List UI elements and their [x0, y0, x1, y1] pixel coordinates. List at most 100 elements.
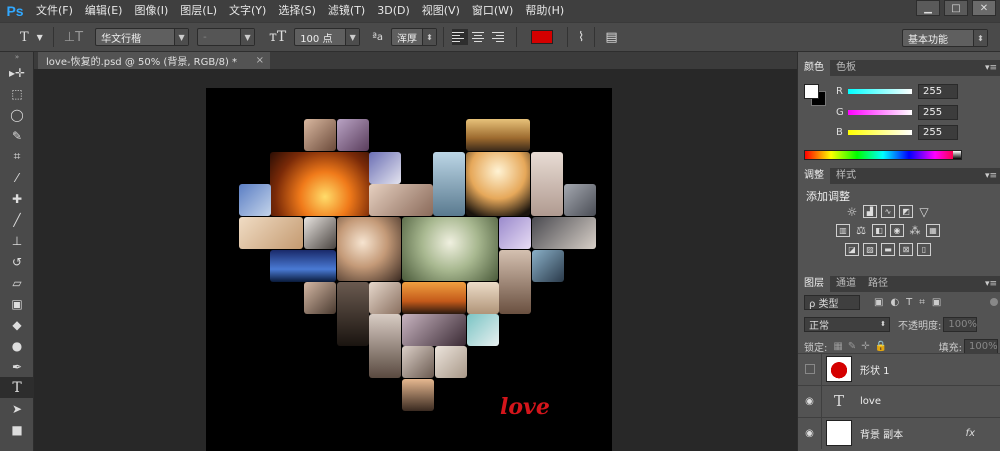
opacity-field[interactable]: 100%	[943, 316, 978, 332]
invert-icon[interactable]: ◪	[845, 243, 859, 256]
blur-tool-icon[interactable]: ◆	[0, 314, 34, 335]
visibility-toggle-empty[interactable]	[798, 353, 822, 385]
tab-adjustments[interactable]: 调整	[798, 168, 830, 184]
love-text-layer[interactable]: love	[500, 394, 550, 420]
menu-filter[interactable]: 滤镜(T)	[322, 0, 371, 22]
clone-stamp-tool-icon[interactable]: ⊥	[0, 230, 34, 251]
document-canvas[interactable]: love	[206, 88, 612, 451]
document-tab[interactable]: love-恢复的.psd @ 50% (背景, RGB/8) * ×	[38, 52, 270, 69]
layer-name[interactable]: love	[860, 396, 881, 407]
levels-icon[interactable]: ▟	[863, 205, 877, 218]
menu-window[interactable]: 窗口(W)	[466, 0, 519, 22]
posterize-icon[interactable]: ▨	[863, 243, 877, 256]
channel-mixer-icon[interactable]: ⁂	[908, 224, 922, 237]
shape-tool-icon[interactable]: ■	[0, 419, 34, 440]
layer-filter-select[interactable]: ρ 类型	[804, 294, 860, 310]
white-black-ramp[interactable]	[953, 151, 961, 159]
history-brush-tool-icon[interactable]: ↺	[0, 251, 34, 272]
menu-edit[interactable]: 编辑(E)	[79, 0, 129, 22]
align-right-button[interactable]	[492, 29, 508, 45]
move-tool-icon[interactable]: ▸✛	[0, 62, 34, 83]
menu-image[interactable]: 图像(I)	[128, 0, 174, 22]
blue-slider[interactable]: B 255	[836, 124, 996, 140]
menu-type[interactable]: 文字(Y)	[223, 0, 272, 22]
crop-tool-icon[interactable]: ⌗	[0, 146, 34, 167]
panel-menu-icon[interactable]: ▾≡	[985, 168, 997, 184]
photo-filter-icon[interactable]: ◉	[890, 224, 904, 237]
layer-effects-icon[interactable]: fx	[966, 428, 975, 439]
layer-row[interactable]: ◉ T love	[798, 385, 1000, 417]
menu-select[interactable]: 选择(S)	[272, 0, 322, 22]
tab-styles[interactable]: 样式	[830, 168, 862, 184]
fg-bg-color[interactable]	[804, 84, 826, 106]
healing-brush-tool-icon[interactable]: ✚	[0, 188, 34, 209]
menu-file[interactable]: 文件(F)	[30, 0, 79, 22]
text-color-swatch[interactable]	[531, 30, 554, 44]
type-tool-icon[interactable]: T	[0, 377, 34, 398]
panel-menu-icon[interactable]: ▾≡	[985, 276, 997, 292]
tab-channels[interactable]: 通道	[830, 276, 862, 292]
lock-icons[interactable]: ▦✎✛🔒	[833, 341, 892, 352]
fill-field[interactable]: 100%	[964, 338, 998, 354]
eyedropper-tool-icon[interactable]: ⁄	[0, 167, 34, 188]
canvas-workspace[interactable]: love	[34, 69, 797, 451]
pen-tool-icon[interactable]: ✒	[0, 356, 34, 377]
type-tool-preset-icon[interactable]: T	[16, 30, 33, 45]
panel-menu-icon[interactable]: ▾≡	[985, 60, 997, 76]
maximize-button[interactable]: □	[944, 0, 968, 16]
exposure-icon[interactable]: ◩	[899, 205, 913, 218]
marquee-tool-icon[interactable]: ⬚	[0, 83, 34, 104]
blue-value-field[interactable]: 255	[918, 124, 958, 140]
align-center-button[interactable]	[472, 29, 488, 45]
gradient-map-icon[interactable]: ▯	[917, 243, 931, 256]
filter-toggle-icon[interactable]	[990, 298, 998, 306]
close-button[interactable]: ✕	[972, 0, 996, 16]
eye-icon[interactable]: ◉	[798, 385, 822, 417]
color-balance-icon[interactable]: ⚖	[854, 224, 868, 237]
curves-icon[interactable]: ∿	[881, 205, 895, 218]
red-slider[interactable]: R 255	[836, 83, 996, 99]
eye-icon[interactable]: ◉	[798, 417, 822, 449]
anti-alias-select[interactable]: 浑厚 ⬍	[391, 28, 438, 46]
layer-row[interactable]: 形状 1	[798, 353, 1000, 385]
tab-layers[interactable]: 图层	[798, 276, 830, 292]
lasso-tool-icon[interactable]: ◯	[0, 104, 34, 125]
hue-saturation-icon[interactable]: ▥	[836, 224, 850, 237]
path-selection-tool-icon[interactable]: ➤	[0, 398, 34, 419]
character-panel-icon[interactable]: ▤	[601, 30, 621, 45]
blue-slider-bar[interactable]	[848, 129, 912, 135]
collapse-icon[interactable]: »	[0, 52, 34, 62]
menu-view[interactable]: 视图(V)	[416, 0, 466, 22]
minimize-button[interactable]: ▁	[916, 0, 940, 16]
layer-row[interactable]: ◉ 背景 副本 fx	[798, 417, 1000, 449]
layer-name[interactable]: 形状 1	[860, 362, 890, 377]
vibrance-icon[interactable]: ▽	[917, 205, 931, 219]
layer-name[interactable]: 背景 副本	[860, 426, 903, 441]
tab-paths[interactable]: 路径	[862, 276, 894, 292]
align-left-button[interactable]	[452, 29, 469, 45]
gradient-tool-icon[interactable]: ▣	[0, 293, 34, 314]
green-slider[interactable]: G 255	[836, 104, 996, 120]
font-family-select[interactable]: 华文行楷 ▼	[95, 28, 190, 46]
red-value-field[interactable]: 255	[918, 83, 958, 99]
menu-layer[interactable]: 图层(L)	[174, 0, 223, 22]
black-white-icon[interactable]: ◧	[872, 224, 886, 237]
font-style-select[interactable]: - ▼	[197, 28, 256, 46]
color-spectrum[interactable]	[804, 150, 962, 160]
chevron-down-icon[interactable]: ▼	[33, 33, 47, 42]
brush-tool-icon[interactable]: ╱	[0, 209, 34, 230]
tab-color[interactable]: 颜色	[798, 60, 830, 76]
foreground-color-swatch[interactable]	[804, 84, 819, 99]
font-size-select[interactable]: 100 点 ▼	[294, 28, 361, 46]
blend-mode-select[interactable]: 正常 ⬍	[804, 316, 890, 332]
green-value-field[interactable]: 255	[918, 104, 958, 120]
red-slider-bar[interactable]	[848, 88, 912, 94]
layer-filter-icons[interactable]: ▣◐T⌗▣	[874, 297, 948, 308]
threshold-icon[interactable]: ▬	[881, 243, 895, 256]
dodge-tool-icon[interactable]: ●	[0, 335, 34, 356]
menu-help[interactable]: 帮助(H)	[519, 0, 570, 22]
selective-color-icon[interactable]: ⊠	[899, 243, 913, 256]
menu-3d[interactable]: 3D(D)	[371, 0, 416, 22]
eraser-tool-icon[interactable]: ▱	[0, 272, 34, 293]
tab-swatches[interactable]: 色板	[830, 60, 862, 76]
